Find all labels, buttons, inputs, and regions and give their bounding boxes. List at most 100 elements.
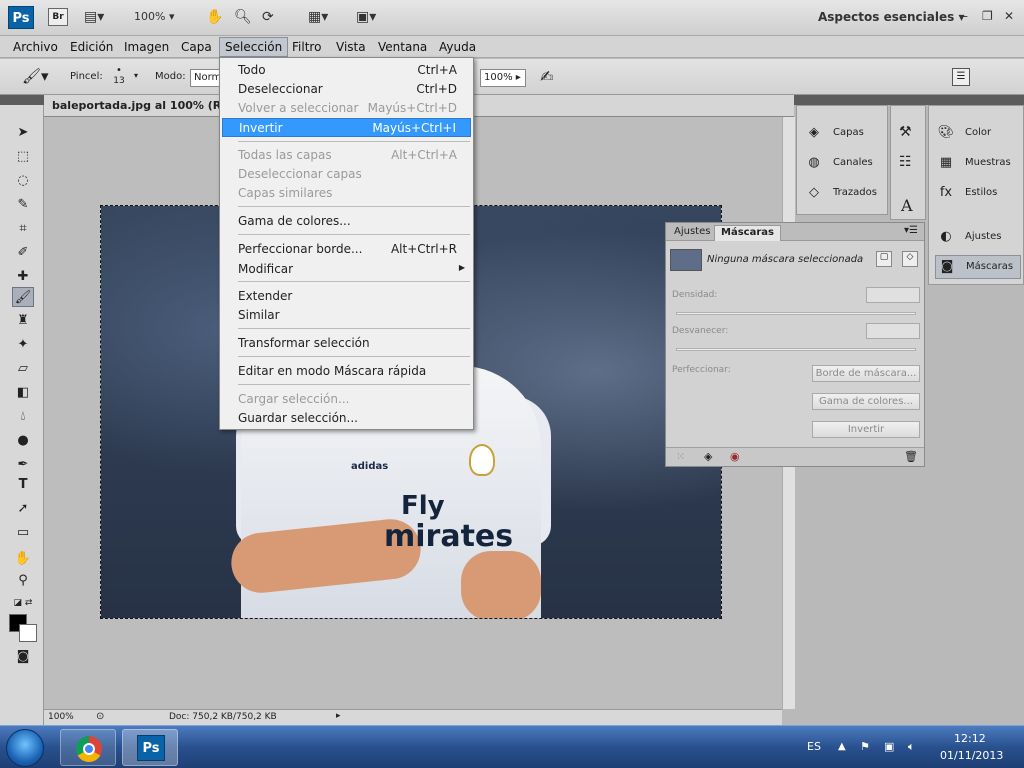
healing-brush-tool-icon[interactable]: ✚ [12,267,34,287]
menu-imagen[interactable]: Imagen [121,39,172,55]
tab-ajustes[interactable]: Ajustes [668,225,716,241]
panel-menu-icon[interactable]: ▾☰ [904,225,918,236]
network-icon[interactable]: ▣ [884,740,894,753]
status-zoom[interactable]: 100% [48,712,74,722]
gama-de-colores-button[interactable]: Gama de colores... [812,393,920,410]
crop-tool-icon[interactable]: ⌗ [12,219,34,239]
brush-size-dropdown-arrow[interactable]: ▾ [134,71,138,80]
player-arm-right [461,551,541,618]
marquee-tool-icon[interactable]: ⬚ [12,147,34,167]
toggle-mask-icon[interactable]: ◉ [730,450,740,463]
hand-tool-icon[interactable]: ✋ [206,9,223,25]
menu-ventana[interactable]: Ventana [375,39,430,55]
borde-de-mascara-button[interactable]: Borde de máscara... [812,365,920,382]
language-indicator[interactable]: ES [807,740,821,753]
history-brush-tool-icon[interactable]: ✦ [12,335,34,355]
character-icon[interactable]: A [901,196,913,215]
dock-panel-group-2: ⚒ ☷ A [890,105,926,220]
workspace-switcher[interactable]: Aspectos esenciales ▾ [818,10,964,24]
tray-expand-icon[interactable]: ▲ [838,741,846,752]
quick-selection-tool-icon[interactable]: ✎ [12,195,34,215]
zoom-tool-icon[interactable]: ⚲ [12,571,34,591]
menu-item-deseleccionar[interactable]: Deseleccionar Ctrl+D [222,80,471,99]
densidad-field[interactable] [866,287,920,303]
arrange-documents-icon[interactable]: ▦▾ [308,9,328,25]
eyedropper-tool-icon[interactable]: ✐ [12,243,34,263]
zoom-level-dropdown[interactable]: 100% ▾ [134,10,174,23]
densidad-slider[interactable] [676,312,916,315]
close-icon[interactable]: ✕ [1004,9,1014,23]
clock-date[interactable]: 01/11/2013 [940,749,1003,762]
blur-tool-icon[interactable]: 💧︎ [12,407,34,427]
flow-field[interactable]: 100% ▸ [480,69,526,87]
menu-item-guardar-seleccion[interactable]: Guardar selección... [222,409,471,428]
airbrush-icon[interactable]: ✍ [540,67,553,86]
menu-capa[interactable]: Capa [178,39,215,55]
default-colors-icon[interactable]: ◪ ⇄ [12,593,34,613]
panel-toggle-icon[interactable]: ☰ [952,68,970,86]
brush-label: Pincel: [70,71,103,82]
clone-stamp-tool-icon[interactable]: ♜ [12,311,34,331]
tab-mascaras[interactable]: Máscaras [714,225,781,241]
dock-panel-group-1: ◈ Capas ◍ Canales ◇ Trazados [796,105,888,215]
panel-mascaras[interactable]: ◙ Máscaras [935,255,1021,279]
menu-item-todo[interactable]: Todo Ctrl+A [222,61,471,80]
load-selection-icon[interactable]: ⁙ [676,450,685,463]
menu-item-mascara-rapida[interactable]: Editar en modo Máscara rápida [222,362,471,381]
desvanecer-slider[interactable] [676,348,916,351]
apply-mask-icon[interactable]: ◈ [704,450,712,463]
menu-edicion[interactable]: Edición [67,39,116,55]
menu-vista[interactable]: Vista [333,39,369,55]
hand-tool-icon[interactable]: ✋ [12,549,34,569]
volume-icon[interactable]: 🔈︎ [908,740,915,754]
action-center-flag-icon[interactable]: ⚑ [860,740,870,753]
type-tool-icon[interactable]: T [12,475,34,495]
taskbar-photoshop[interactable]: Ps [122,729,178,766]
restore-icon[interactable]: ❐ [982,9,993,23]
status-info-icon[interactable]: ⊙ [96,711,104,722]
taskbar-chrome[interactable] [60,729,116,766]
mode-label: Modo: [155,71,186,82]
menu-item-modificar[interactable]: Modificar ▶ [222,260,471,279]
clock-time[interactable]: 12:12 [954,732,986,745]
delete-mask-icon[interactable]: 🗑︎ [904,450,918,463]
minimize-icon[interactable]: – [962,9,968,23]
add-pixel-mask-icon[interactable]: ▢ [876,251,892,267]
gradient-tool-icon[interactable]: ◧ [12,383,34,403]
pen-tool-icon[interactable]: ✒ [12,455,34,475]
zoom-tool-icon[interactable]: 🔍︎ [234,9,252,25]
tool-presets-icon[interactable]: ⚒ [899,124,912,140]
windows-start-button[interactable] [6,729,44,767]
eraser-tool-icon[interactable]: ▱ [12,359,34,379]
lasso-tool-icon[interactable]: ◌ [12,171,34,191]
menu-archivo[interactable]: Archivo [10,39,61,55]
dodge-tool-icon[interactable]: ● [12,431,34,451]
shape-tool-icon[interactable]: ▭ [12,523,34,543]
menu-seleccion[interactable]: Selección [219,37,289,57]
menu-filtro[interactable]: Filtro [289,39,324,55]
brush-preset-icon[interactable]: 🖌︎▾ [22,67,49,85]
history-icon[interactable]: ☷ [899,154,912,170]
desvanecer-field[interactable] [866,323,920,339]
menu-item-transformar-seleccion[interactable]: Transformar selección [222,334,471,353]
menu-item-invertir[interactable]: Invertir Mayús+Ctrl+I [222,118,471,137]
invertir-button[interactable]: Invertir [812,421,920,438]
background-color-swatch[interactable] [19,624,37,642]
menu-ayuda[interactable]: Ayuda [436,39,479,55]
move-tool-icon[interactable]: ➤ [12,123,34,143]
path-selection-tool-icon[interactable]: ➚ [12,499,34,519]
brush-tool-icon[interactable]: 🖌︎ [12,287,34,307]
menu-item-gama-de-colores[interactable]: Gama de colores... [222,212,471,231]
brush-size-picker[interactable]: • 13 [106,65,132,86]
screen-mode-icon[interactable]: ▤▾ [84,9,104,25]
status-menu-arrow[interactable]: ▸ [336,711,341,721]
menu-item-perfeccionar-borde[interactable]: Perfeccionar borde... Alt+Ctrl+R [222,240,471,259]
menu-item-similar[interactable]: Similar [222,306,471,325]
rotate-view-icon[interactable]: ⟳ [262,9,274,25]
mode-select[interactable]: Norm [190,69,221,87]
screen-mode-toggle-icon[interactable]: ▣▾ [356,9,376,25]
quick-mask-icon[interactable]: ◙ [12,647,34,667]
menu-item-extender[interactable]: Extender [222,287,471,306]
add-vector-mask-icon[interactable]: ◇ [902,251,918,267]
bridge-button[interactable]: Br [48,8,68,26]
